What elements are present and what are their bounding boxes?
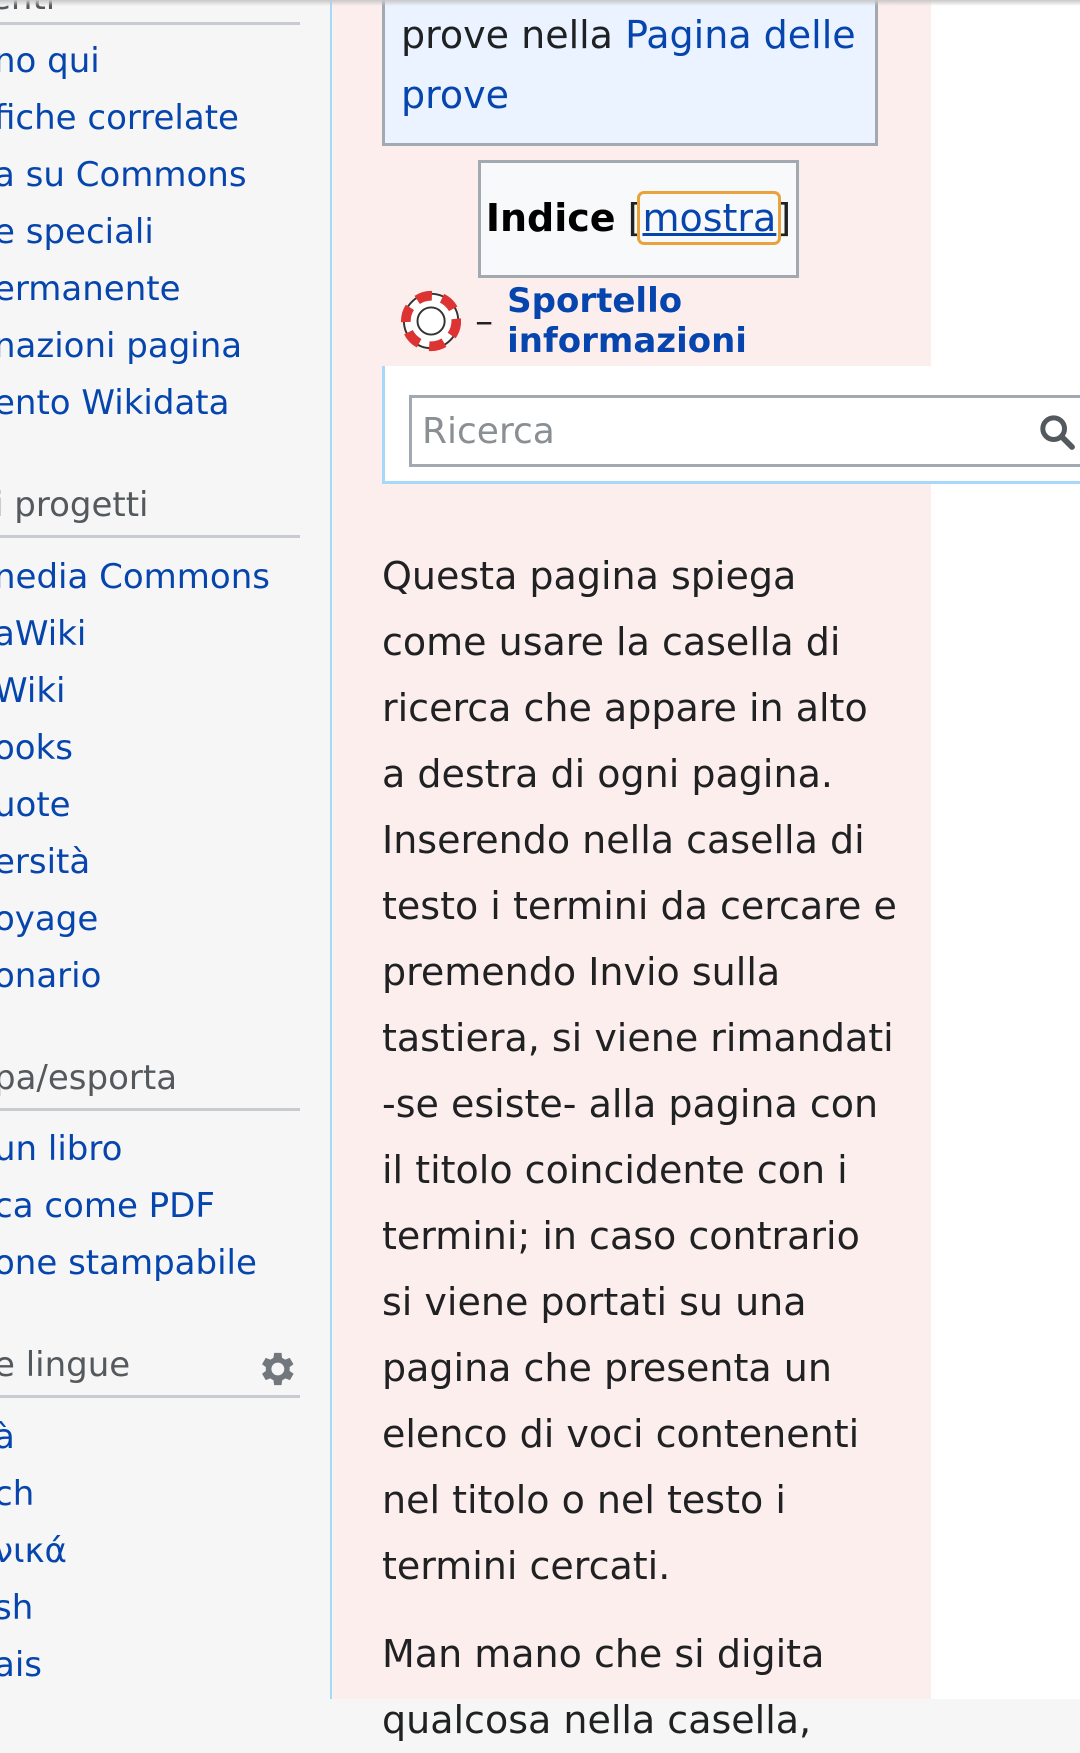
sidebar-item[interactable]: Wiki [0, 663, 270, 720]
table-of-contents: Indice [mostra] [478, 160, 799, 278]
sidebar-item[interactable]: à [0, 1409, 67, 1466]
second-paragraph: Man mano che si digita qualcosa nella ca… [382, 1632, 825, 1742]
toc-bracket-close: ] [776, 196, 792, 240]
lifebuoy-icon [401, 290, 462, 352]
sidebar-item[interactable]: ch [0, 1466, 67, 1523]
sidebar-item[interactable]: ento Wikidata [0, 375, 247, 432]
sidebar-item[interactable]: ca come PDF [0, 1178, 257, 1235]
search-panel [382, 366, 1080, 484]
sidebar-item[interactable]: a su Commons [0, 147, 247, 204]
sidebar-item[interactable]: no qui [0, 33, 247, 90]
intro-paragraph: Questa pagina spiega come usare la casel… [382, 554, 897, 1588]
portal-divider [0, 1395, 300, 1398]
sidebar-item[interactable]: ooks [0, 720, 270, 777]
portal-heading-print: pa/esporta [0, 1058, 178, 1098]
top-shadow [0, 0, 1080, 6]
portal-languages-list: à ch νικά sh ais [0, 1409, 67, 1694]
sidebar-item[interactable]: onario [0, 948, 270, 1005]
sidebar-item[interactable]: aWiki [0, 606, 270, 663]
portal-divider [0, 22, 300, 25]
sidebar-item[interactable]: ersità [0, 834, 270, 891]
sidebar-item[interactable]: sh [0, 1580, 67, 1637]
help-dash: – [475, 300, 494, 342]
sandbox-notice: prove nella Pagina delle prove [382, 0, 878, 146]
sidebar-item[interactable]: fiche correlate [0, 90, 247, 147]
search-box[interactable] [409, 395, 1080, 467]
sidebar-border [330, 0, 332, 1699]
portal-tools-list: no qui fiche correlate a su Commons e sp… [0, 33, 247, 432]
sidebar: enti no qui fiche correlate a su Commons… [0, 0, 332, 1699]
portal-divider [0, 535, 300, 538]
main-content: prove nella Pagina delle prove Indice [m… [333, 0, 1080, 1742]
sidebar-item[interactable]: oyage [0, 891, 270, 948]
help-desk-link[interactable]: Sportello informazioni [507, 281, 921, 361]
toc-toggle-link[interactable]: mostra [637, 191, 782, 245]
sidebar-item[interactable]: un libro [0, 1121, 257, 1178]
gear-icon[interactable] [254, 1347, 298, 1391]
toc-title: Indice [485, 196, 616, 240]
sidebar-item[interactable]: uote [0, 777, 270, 834]
portal-heading-languages: e lingue [0, 1345, 131, 1385]
portal-projects-list: nedia Commons aWiki Wiki ooks uote ersit… [0, 549, 270, 1005]
sidebar-item[interactable]: nazioni pagina [0, 318, 247, 375]
help-desk-line: – Sportello informazioni [401, 281, 921, 361]
sidebar-item[interactable]: ermanente [0, 261, 247, 318]
sidebar-item[interactable]: νικά [0, 1523, 67, 1580]
sidebar-item[interactable]: one stampabile [0, 1235, 257, 1292]
toc-bracket-open: [ [627, 196, 643, 240]
portal-divider [0, 1108, 300, 1111]
sidebar-item[interactable]: e speciali [0, 204, 247, 261]
sidebar-item[interactable]: ais [0, 1637, 67, 1694]
portal-print-list: un libro ca come PDF one stampabile [0, 1121, 257, 1292]
portal-heading-projects: i progetti [0, 485, 149, 525]
sidebar-item[interactable]: nedia Commons [0, 549, 270, 606]
search-icon[interactable] [1037, 412, 1077, 452]
search-input[interactable] [412, 398, 992, 464]
content-right-gutter [931, 0, 1080, 1699]
